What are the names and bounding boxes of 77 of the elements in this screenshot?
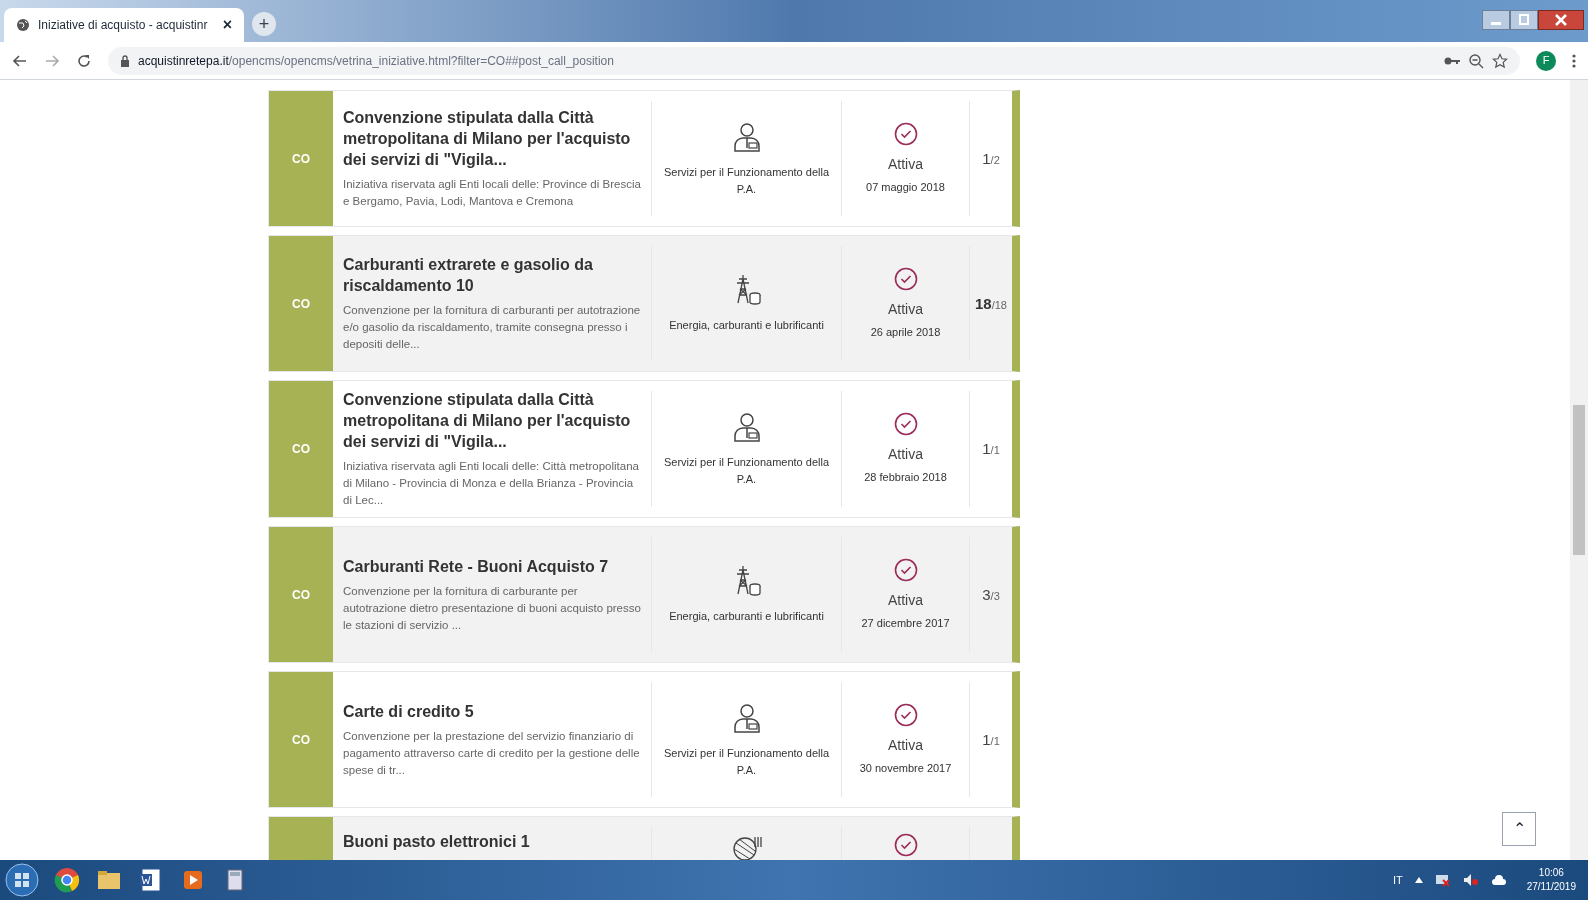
initiative-card[interactable] bbox=[268, 526, 1020, 663]
date-label: 28 febbraio 2018 bbox=[864, 470, 947, 486]
initiative-title[interactable]: Carte di credito 5 bbox=[343, 700, 641, 722]
new-tab-button[interactable]: + bbox=[252, 12, 276, 36]
type-badge: CO bbox=[269, 236, 333, 371]
speaker-icon bbox=[1462, 873, 1479, 887]
initiative-description: Convenzione per la fornitura di carburanti per autotrazione e/o gasolio da riscaldamento, tramite consegna presso i depositi delle... bbox=[343, 303, 641, 352]
reload-icon bbox=[76, 52, 92, 69]
start-button-icon bbox=[4, 862, 40, 898]
initiative-title[interactable]: Carburanti Rete - Buoni Acquisto 7 bbox=[343, 555, 641, 577]
cloud-icon bbox=[1490, 874, 1507, 886]
date-label: 26 aprile 2018 bbox=[870, 324, 941, 340]
minimize-icon bbox=[1482, 10, 1510, 30]
initiative-card[interactable] bbox=[268, 235, 1020, 372]
browser-tab[interactable]: Iniziative di acquisto - acquistinr × bbox=[4, 8, 244, 42]
initiative-card[interactable] bbox=[268, 90, 1020, 227]
type-badge: CO bbox=[269, 381, 333, 517]
initiative-title[interactable]: Convenzione stipulata dalla Città metropolitana di Milano per l'acquisto dei servizi di "Vigila... bbox=[343, 107, 641, 170]
initiative-title[interactable]: Convenzione stipulata dalla Città metropolitana di Milano per l'acquisto dei servizi di "Vigila... bbox=[343, 389, 641, 452]
more-menu-icon bbox=[1572, 52, 1576, 69]
back-arrow-icon bbox=[12, 52, 28, 69]
category-label: Servizi per il Funzionamento della P.A. bbox=[662, 455, 831, 487]
scrollbar[interactable] bbox=[1570, 80, 1588, 860]
check-circle-icon bbox=[893, 702, 918, 727]
check-circle-icon bbox=[893, 557, 918, 582]
initiative-description: Iniziativa riservata agli Enti locali delle: Province di Brescia e Bergamo, Pavia, Lodi, Mantova e Cremona bbox=[343, 177, 641, 209]
lot-count: 1/1 bbox=[982, 729, 1000, 750]
status-label: Attiva bbox=[888, 445, 923, 465]
category-label: Servizi per il Funzionamento della P.A. bbox=[662, 745, 831, 778]
category-label: Servizi per il Funzionamento della P.A. bbox=[662, 164, 831, 197]
type-badge: CO bbox=[269, 91, 333, 226]
type-badge: CO bbox=[269, 672, 333, 807]
initiative-card[interactable]: Buoni pasto elettronici 1 bbox=[268, 816, 1020, 860]
network-icon bbox=[1434, 873, 1451, 887]
category-label: Energia, carburanti e lubrificanti bbox=[668, 318, 825, 333]
browser-circle-icon bbox=[52, 865, 82, 895]
type-badge: CO bbox=[269, 527, 333, 662]
lot-count: 1/1 bbox=[982, 439, 1000, 459]
address-bar[interactable]: acquistinretepa.it/opencms/opencms/vetrina_iniziative.html?filter=CO##post_call_position bbox=[108, 46, 1520, 75]
profile-avatar[interactable]: F bbox=[1536, 50, 1556, 71]
scrollbar-thumb[interactable] bbox=[1573, 405, 1585, 555]
forward-arrow-icon bbox=[44, 52, 60, 69]
category-label: Energia, carburanti e lubrificanti bbox=[668, 609, 825, 624]
check-circle-icon bbox=[893, 833, 918, 857]
zoom-out-icon bbox=[1468, 52, 1484, 69]
date-label: 30 novembre 2017 bbox=[859, 760, 952, 776]
check-circle-icon bbox=[893, 266, 918, 291]
lot-count: 3/3 bbox=[982, 584, 1000, 605]
check-circle-icon bbox=[893, 121, 918, 146]
clock-time[interactable]: 10:06 bbox=[1538, 866, 1564, 880]
check-circle-icon bbox=[893, 412, 918, 437]
caret-up-icon bbox=[1414, 877, 1423, 883]
initiative-description: Iniziativa riservata agli Enti locali delle: Città metropolitana di Milano - Provincia di Monza e della Brianza - Provincia di Lec... bbox=[343, 459, 640, 508]
url-text: acquistinretepa.it/opencms/opencms/vetrina_iniziative.html?filter=CO##post_call_position bbox=[138, 52, 614, 70]
initiative-description: Convenzione per la fornitura di carburante per autotrazione dietro presentazione di buoni acquisto presso le stazioni di servizio ... bbox=[343, 583, 641, 633]
language-indicator[interactable]: IT bbox=[1392, 871, 1403, 889]
restore-icon bbox=[1510, 10, 1538, 30]
status-label: Attiva bbox=[888, 299, 923, 319]
clock-date[interactable]: 27/11/2019 bbox=[1526, 880, 1576, 894]
scroll-top-button[interactable]: ⌃ bbox=[1502, 812, 1536, 846]
key-icon bbox=[1444, 55, 1460, 66]
date-label: 07 maggio 2018 bbox=[866, 179, 945, 195]
status-label: Attiva bbox=[888, 154, 923, 174]
date-label: 27 dicembre 2017 bbox=[861, 615, 950, 631]
close-icon[interactable]: × bbox=[222, 13, 232, 37]
close-icon bbox=[1538, 10, 1584, 30]
status-label: Attiva bbox=[888, 735, 923, 755]
lock-icon bbox=[120, 54, 130, 67]
star-icon bbox=[1492, 52, 1508, 69]
initiative-description: Convenzione per la prestazione del servizio finanziario di pagamento attraverso carte di credito per la gestione delle spese di tr... bbox=[343, 728, 641, 778]
status-label: Attiva bbox=[888, 590, 923, 610]
initiative-title[interactable]: Buoni pasto elettronici 1 bbox=[343, 831, 641, 852]
initiative-title[interactable]: Carburanti extrarete e gasolio da riscaldamento 10 bbox=[343, 254, 641, 296]
initiative-card[interactable] bbox=[268, 380, 1020, 518]
tab-title: Iniziative di acquisto - acquistinr bbox=[38, 17, 209, 34]
lot-count: 18/18 bbox=[975, 293, 1007, 314]
lot-count: 1/2 bbox=[982, 148, 1000, 169]
